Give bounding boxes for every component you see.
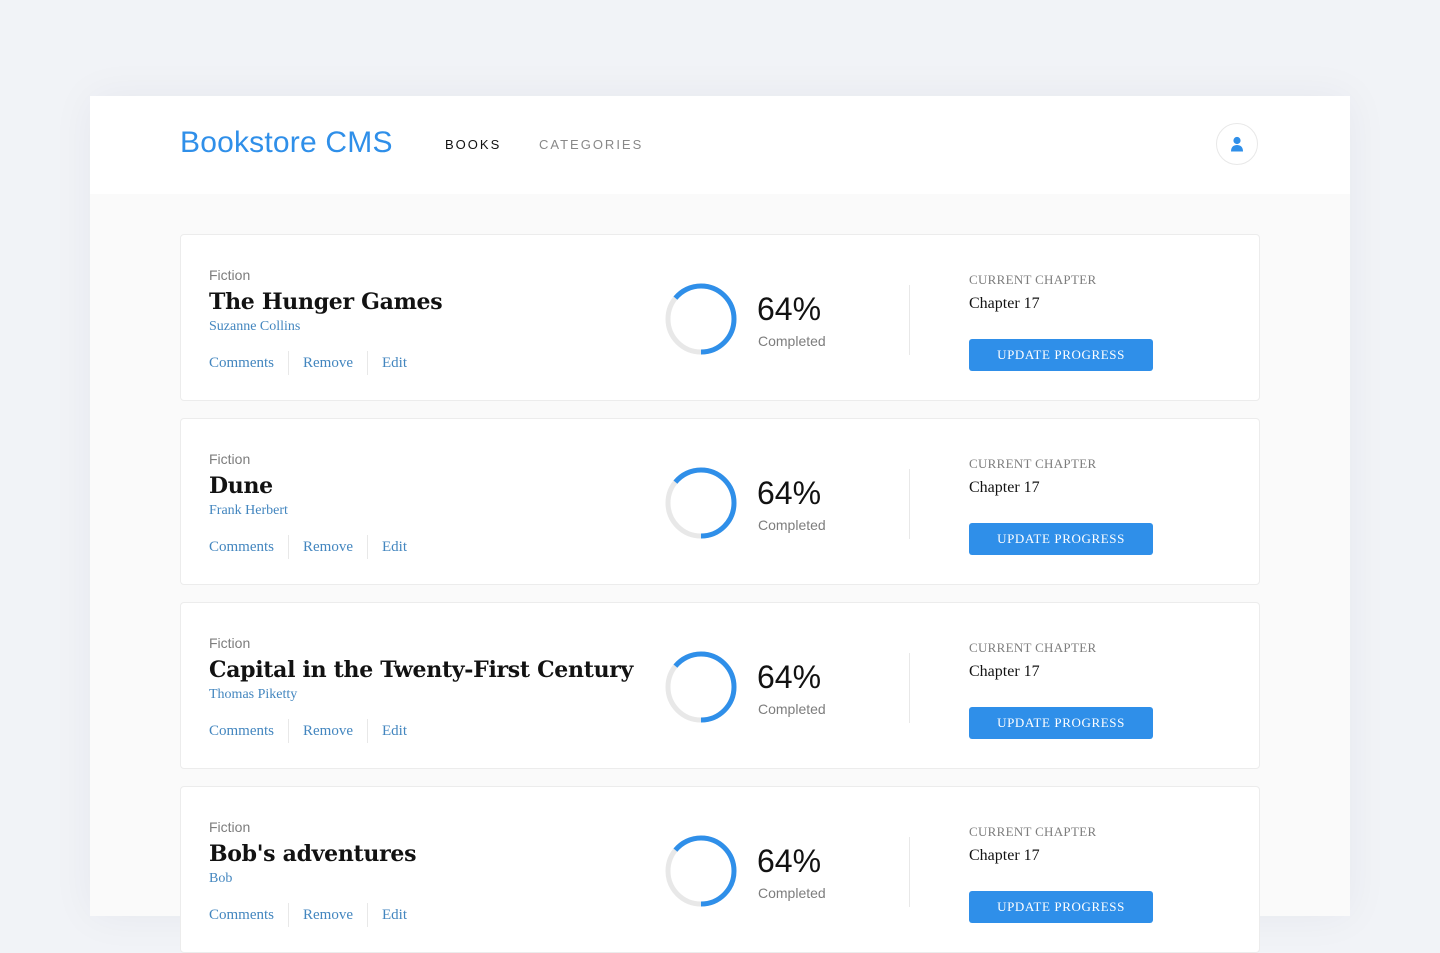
book-author[interactable]: Bob <box>209 871 232 887</box>
current-chapter-label: CURRENT CHAPTER <box>969 272 1097 287</box>
divider <box>367 719 369 743</box>
current-chapter-value: Chapter 17 <box>969 295 1040 312</box>
update-progress-button[interactable]: UPDATE PROGRESS <box>969 523 1153 555</box>
divider <box>367 903 369 927</box>
book-genre: Fiction <box>209 635 251 651</box>
app-logo[interactable]: Bookstore CMS <box>180 126 393 160</box>
vertical-divider <box>909 837 910 907</box>
vertical-divider <box>909 469 910 539</box>
current-chapter-value: Chapter 17 <box>969 847 1040 864</box>
progress-ring <box>665 835 737 907</box>
divider <box>367 535 369 559</box>
book-card: Fiction Dune Frank Herbert Comments Remo… <box>180 418 1260 585</box>
remove-button[interactable]: Remove <box>303 907 353 924</box>
book-card: Fiction Bob's adventures Bob Comments Re… <box>180 786 1260 953</box>
progress-label: Completed <box>758 885 826 901</box>
progress-percent: 64% <box>757 659 822 695</box>
edit-button[interactable]: Edit <box>382 539 407 556</box>
progress-ring <box>665 467 737 539</box>
current-chapter-value: Chapter 17 <box>969 663 1040 680</box>
book-card: Fiction The Hunger Games Suzanne Collins… <box>180 234 1260 401</box>
divider <box>288 719 290 743</box>
divider <box>288 903 290 927</box>
comments-button[interactable]: Comments <box>209 539 274 556</box>
progress-label: Completed <box>758 517 826 533</box>
nav-categories[interactable]: CATEGORIES <box>539 137 643 152</box>
update-progress-button[interactable]: UPDATE PROGRESS <box>969 707 1153 739</box>
book-title: The Hunger Games <box>209 289 443 315</box>
book-card: Fiction Capital in the Twenty-First Cent… <box>180 602 1260 769</box>
update-progress-button[interactable]: UPDATE PROGRESS <box>969 339 1153 371</box>
current-chapter-label: CURRENT CHAPTER <box>969 824 1097 839</box>
progress-label: Completed <box>758 333 826 349</box>
book-actions: Comments Remove Edit <box>209 903 407 927</box>
vertical-divider <box>909 653 910 723</box>
comments-button[interactable]: Comments <box>209 907 274 924</box>
progress-ring <box>665 283 737 355</box>
comments-button[interactable]: Comments <box>209 723 274 740</box>
divider <box>288 351 290 375</box>
nav-books[interactable]: BOOKS <box>445 137 501 152</box>
edit-button[interactable]: Edit <box>382 723 407 740</box>
book-title: Dune <box>209 473 273 499</box>
book-genre: Fiction <box>209 819 251 835</box>
progress-label: Completed <box>758 701 826 717</box>
user-avatar-button[interactable] <box>1216 123 1258 165</box>
current-chapter-value: Chapter 17 <box>969 479 1040 496</box>
remove-button[interactable]: Remove <box>303 539 353 556</box>
book-actions: Comments Remove Edit <box>209 535 407 559</box>
book-title: Bob's adventures <box>209 841 417 867</box>
book-author[interactable]: Thomas Piketty <box>209 687 297 703</box>
progress-percent: 64% <box>757 291 822 327</box>
book-author[interactable]: Suzanne Collins <box>209 319 300 335</box>
progress-ring <box>665 651 737 723</box>
book-actions: Comments Remove Edit <box>209 719 407 743</box>
current-chapter-label: CURRENT CHAPTER <box>969 456 1097 471</box>
remove-button[interactable]: Remove <box>303 355 353 372</box>
app-panel: Bookstore CMS BOOKS CATEGORIES Fiction T… <box>90 96 1350 953</box>
update-progress-button[interactable]: UPDATE PROGRESS <box>969 891 1153 923</box>
vertical-divider <box>909 285 910 355</box>
user-icon <box>1231 136 1243 152</box>
book-title: Capital in the Twenty-First Century <box>209 657 634 683</box>
edit-button[interactable]: Edit <box>382 907 407 924</box>
remove-button[interactable]: Remove <box>303 723 353 740</box>
book-genre: Fiction <box>209 451 251 467</box>
book-actions: Comments Remove Edit <box>209 351 407 375</box>
current-chapter-label: CURRENT CHAPTER <box>969 640 1097 655</box>
comments-button[interactable]: Comments <box>209 355 274 372</box>
divider <box>367 351 369 375</box>
book-author[interactable]: Frank Herbert <box>209 503 288 519</box>
progress-percent: 64% <box>757 843 822 879</box>
edit-button[interactable]: Edit <box>382 355 407 372</box>
header-bar: Bookstore CMS BOOKS CATEGORIES <box>90 96 1350 194</box>
book-genre: Fiction <box>209 267 251 283</box>
progress-percent: 64% <box>757 475 822 511</box>
divider <box>288 535 290 559</box>
